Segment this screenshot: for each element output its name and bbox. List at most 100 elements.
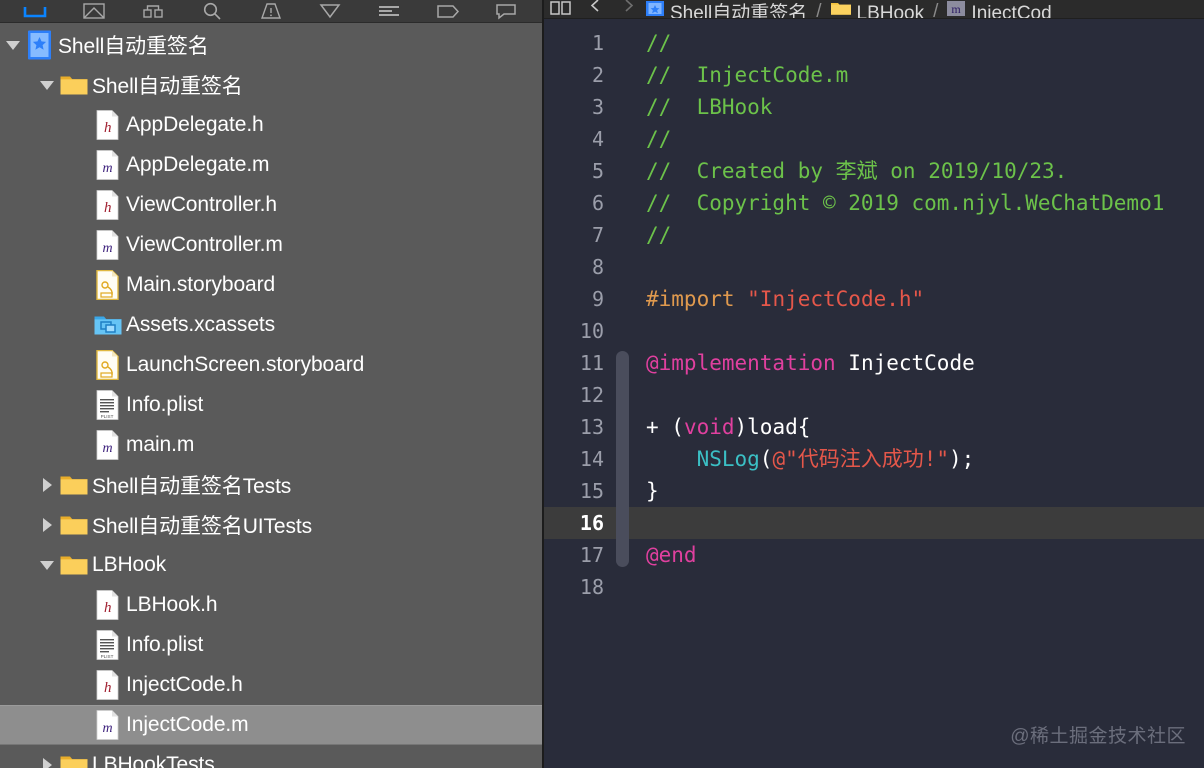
project-file-tree[interactable]: Shell自动重签名Shell自动重签名hAppDelegate.hmAppDe… xyxy=(0,23,542,768)
fold-gutter[interactable] xyxy=(616,251,634,283)
tree-row-label: LBHook xyxy=(92,553,166,577)
code-line[interactable]: 2// InjectCode.m xyxy=(542,59,1204,91)
disclosure-triangle-open-icon[interactable] xyxy=(34,556,60,574)
navigator-tab-symbol-navigator[interactable] xyxy=(132,0,174,23)
tree-row[interactable]: hLBHook.h xyxy=(0,585,542,625)
breadcrumb-project[interactable]: Shell自动重签名 xyxy=(646,0,807,18)
svg-text:PLIST: PLIST xyxy=(101,654,114,659)
xcode-project-icon xyxy=(26,30,54,60)
navigator-tab-debug-navigator[interactable] xyxy=(368,0,410,23)
tree-row[interactable]: LBHookTests xyxy=(0,745,542,768)
code-line[interactable]: 15} xyxy=(542,475,1204,507)
code-line[interactable]: 18 xyxy=(542,571,1204,603)
breadcrumb-file-label: InjectCod xyxy=(971,4,1051,19)
tree-row[interactable]: LBHook xyxy=(0,545,542,585)
code-text: // InjectCode.m xyxy=(634,59,848,91)
tree-row[interactable]: Shell自动重签名 xyxy=(0,25,542,65)
code-line[interactable]: 1// xyxy=(542,27,1204,59)
tree-row[interactable]: PLISTInfo.plist xyxy=(0,385,542,425)
fold-gutter[interactable] xyxy=(616,315,634,347)
code-line[interactable]: 8 xyxy=(542,251,1204,283)
source-code-editor[interactable]: 1//2// InjectCode.m3// LBHook4//5// Crea… xyxy=(542,19,1204,768)
tree-row[interactable]: LaunchScreen.storyboard xyxy=(0,345,542,385)
fold-gutter[interactable] xyxy=(616,155,634,187)
tree-row[interactable]: Assets.xcassets xyxy=(0,305,542,345)
svg-text:m: m xyxy=(103,241,113,256)
tree-row-label: Info.plist xyxy=(126,633,203,657)
disclosure-triangle-closed-icon[interactable] xyxy=(34,516,60,534)
tree-row[interactable]: mAppDelegate.m xyxy=(0,145,542,185)
tree-row[interactable]: mViewController.m xyxy=(0,225,542,265)
back-button[interactable] xyxy=(588,0,602,18)
fold-gutter[interactable] xyxy=(616,91,634,123)
tree-row[interactable]: Shell自动重签名UITests xyxy=(0,505,542,545)
xcode-project-icon xyxy=(646,1,664,16)
code-line[interactable]: 7// xyxy=(542,219,1204,251)
source-control-icon xyxy=(83,3,105,19)
editor-layout-button[interactable] xyxy=(550,0,578,18)
code-text: @end xyxy=(634,539,697,571)
code-token: "InjectCode.h" xyxy=(747,287,924,311)
tree-row[interactable]: hViewController.h xyxy=(0,185,542,225)
tree-row[interactable]: hAppDelegate.h xyxy=(0,105,542,145)
code-text: // xyxy=(634,27,671,59)
navigator-tab-bar xyxy=(0,0,542,23)
tree-row[interactable]: mmain.m xyxy=(0,425,542,465)
report-bubble-icon xyxy=(495,3,517,20)
fold-gutter[interactable] xyxy=(616,123,634,155)
fold-gutter[interactable] xyxy=(616,59,634,91)
code-token: // Copyright © 2019 com.njyl.WeChatDemo1 xyxy=(646,191,1164,215)
fold-gutter[interactable] xyxy=(616,187,634,219)
navigator-tab-source-control-navigator[interactable] xyxy=(73,0,115,23)
fold-gutter[interactable] xyxy=(616,283,634,315)
folder-icon xyxy=(60,514,88,537)
disclosure-triangle-closed-icon[interactable] xyxy=(34,476,60,494)
storyboard-file-icon xyxy=(94,350,122,380)
tree-row[interactable]: Shell自动重签名Tests xyxy=(0,465,542,505)
breakpoint-icon xyxy=(436,4,460,19)
code-line[interactable]: 5// Created by 李斌 on 2019/10/23. xyxy=(542,155,1204,187)
fold-gutter[interactable] xyxy=(616,27,634,59)
navigator-tab-find-navigator[interactable] xyxy=(191,0,233,23)
code-line[interactable]: 4// xyxy=(542,123,1204,155)
code-line[interactable]: 3// LBHook xyxy=(542,91,1204,123)
navigator-tab-breakpoint-navigator[interactable] xyxy=(427,0,469,23)
disclosure-triangle-closed-icon[interactable] xyxy=(34,756,60,768)
code-line[interactable]: 9#import "InjectCode.h" xyxy=(542,283,1204,315)
fold-gutter[interactable] xyxy=(616,571,634,603)
navigator-tab-project-navigator[interactable] xyxy=(14,0,56,23)
code-text: } xyxy=(634,475,659,507)
chevron-left-icon xyxy=(588,0,602,18)
code-line[interactable]: 12 xyxy=(542,379,1204,411)
code-line[interactable]: 6// Copyright © 2019 com.njyl.WeChatDemo… xyxy=(542,187,1204,219)
code-line-current[interactable]: 16 xyxy=(542,507,1204,539)
breadcrumb-project-label: Shell自动重签名 xyxy=(670,4,807,19)
code-line[interactable]: 14 NSLog(@"代码注入成功!"); xyxy=(542,443,1204,475)
code-token: ( xyxy=(760,447,773,471)
code-line[interactable]: 11@implementation InjectCode xyxy=(542,347,1204,379)
folder-icon xyxy=(831,1,851,16)
pane-divider[interactable] xyxy=(542,0,544,768)
debug-lines-icon xyxy=(378,4,400,18)
code-fold-indicator[interactable] xyxy=(616,351,629,567)
tree-row[interactable]: hInjectCode.h xyxy=(0,665,542,705)
navigator-tab-test-navigator[interactable] xyxy=(309,0,351,23)
svg-text:m: m xyxy=(103,441,113,456)
tree-row[interactable]: PLIST Info.plist xyxy=(0,625,542,665)
tree-row[interactable]: Shell自动重签名 xyxy=(0,65,542,105)
navigator-tab-issue-navigator[interactable] xyxy=(250,0,292,23)
navigator-tab-report-navigator[interactable] xyxy=(485,0,527,23)
breadcrumb-group[interactable]: LBHook xyxy=(831,0,925,18)
disclosure-triangle-open-icon[interactable] xyxy=(0,36,26,54)
tree-row-label: Shell自动重签名Tests xyxy=(92,470,291,500)
tree-row[interactable]: Main.storyboard xyxy=(0,265,542,305)
code-line[interactable]: 10 xyxy=(542,315,1204,347)
tree-row-selected[interactable]: mInjectCode.m xyxy=(0,705,542,745)
code-line[interactable]: 13+ (void)load{ xyxy=(542,411,1204,443)
breadcrumb-file[interactable]: m InjectCod xyxy=(947,0,1051,18)
disclosure-triangle-open-icon[interactable] xyxy=(34,76,60,94)
code-line[interactable]: 17@end xyxy=(542,539,1204,571)
forward-button[interactable] xyxy=(622,0,636,18)
fold-gutter[interactable] xyxy=(616,219,634,251)
code-token: @"代码注入成功!" xyxy=(772,447,949,471)
